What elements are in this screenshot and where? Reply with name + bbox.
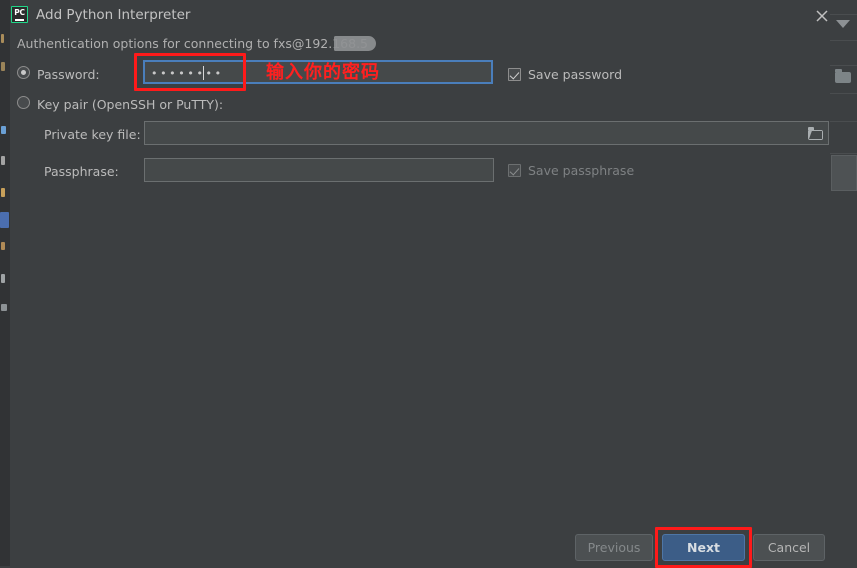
pycharm-pc-icon: PC xyxy=(11,6,28,23)
cancel-button[interactable]: Cancel xyxy=(753,534,825,561)
radio-keypair-option[interactable] xyxy=(17,96,30,109)
keypair-option-label: Key pair (OpenSSH or PuTTY): xyxy=(37,97,224,112)
password-option-label: Password: xyxy=(37,67,100,82)
dialog-title-bar: PC Add Python Interpreter xyxy=(10,0,830,30)
save-passphrase-label: Save passphrase xyxy=(528,163,635,178)
close-icon[interactable] xyxy=(811,6,833,26)
pc-icon-text: PC xyxy=(14,8,25,17)
text-caret xyxy=(203,66,204,80)
save-passphrase-checkbox[interactable]: Save passphrase xyxy=(508,163,634,178)
checkmark-icon xyxy=(508,68,521,81)
redaction-blur-overlay xyxy=(334,36,376,51)
background-ide-right-panel xyxy=(829,0,857,566)
browse-private-key-button[interactable] xyxy=(803,121,829,145)
radio-password-option[interactable] xyxy=(17,66,30,79)
folder-icon xyxy=(808,127,823,140)
previous-button[interactable]: Previous xyxy=(575,534,653,561)
next-button[interactable]: Next xyxy=(662,534,745,561)
password-masked-value: •••••••• xyxy=(151,67,224,80)
background-ide-left-panel xyxy=(0,0,10,566)
password-input[interactable]: •••••••• xyxy=(143,60,493,84)
dialog-subtitle: Authentication options for connecting to… xyxy=(17,36,368,51)
page-title: Add Python Interpreter xyxy=(36,7,191,23)
checkmark-icon xyxy=(508,164,521,177)
private-key-file-input[interactable] xyxy=(144,121,804,145)
folder-icon xyxy=(835,69,851,83)
private-key-file-label: Private key file: xyxy=(44,127,141,142)
collapse-triangle-icon xyxy=(836,20,850,28)
passphrase-input[interactable] xyxy=(144,158,494,182)
save-password-label: Save password xyxy=(528,67,623,82)
add-python-interpreter-dialog: PC Add Python Interpreter Authentication… xyxy=(10,0,830,568)
passphrase-label: Passphrase: xyxy=(44,164,119,179)
pc-icon-underbar xyxy=(15,19,24,21)
save-password-checkbox[interactable]: Save password xyxy=(508,67,622,82)
